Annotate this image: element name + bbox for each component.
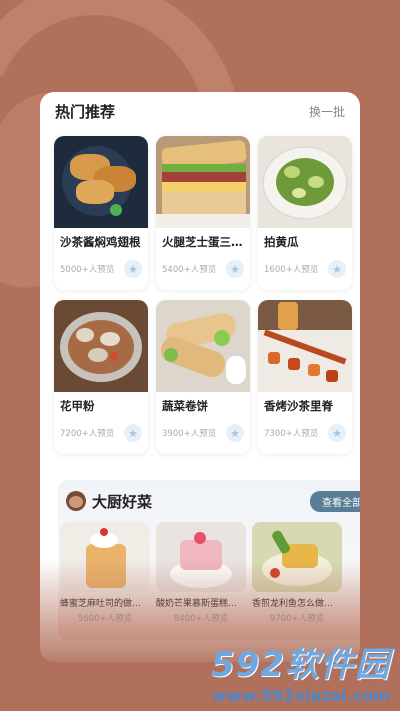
recipe-image [252,522,342,592]
recipe-image [54,300,148,392]
recipe-views: 3900+人预览 [162,429,217,439]
hot-recommend-panel: 热门推荐 换一批 沙茶酱焖鸡翅根 5000+人预览 ★ 火腿芝士蛋三… 5400… [40,92,360,662]
star-icon[interactable]: ★ [226,424,244,442]
watermark-brand: 592软件园 [211,645,390,685]
recipe-name: 沙茶酱焖鸡翅根 [60,235,141,249]
recipe-card[interactable]: 拍黄瓜 1600+人预览 ★ [258,136,352,290]
recipe-image [258,136,352,228]
chef-recipe-card[interactable]: 酸奶芒果慕斯蛋糕… 8400+人预览 [156,522,246,624]
recipe-grid: 沙茶酱焖鸡翅根 5000+人预览 ★ 火腿芝士蛋三… 5400+人预览 ★ 拍黄… [40,128,360,454]
chef-recipe-card[interactable]: 蜂蜜芝麻吐司的做… 5600+人预览 [60,522,150,624]
recipe-image [156,522,246,592]
recipe-card[interactable]: 沙茶酱焖鸡翅根 5000+人预览 ★ [54,136,148,290]
panel-title: 热门推荐 [55,102,116,121]
chef-icon [66,491,86,511]
recipe-views: 7300+人预览 [264,429,319,439]
recipe-name: 香烤沙茶里脊 [264,399,333,413]
chef-recipe-card[interactable]: 香煎龙利鱼怎么做… 9700+人预览 [252,522,342,624]
recipe-views: 9700+人预览 [269,614,325,624]
recipe-name: 蔬菜卷饼 [162,399,208,413]
recipe-name: 酸奶芒果慕斯蛋糕… [156,599,238,609]
recipe-image [156,300,250,392]
refresh-button[interactable]: 换一批 [309,103,345,120]
recipe-views: 8400+人预览 [173,614,229,624]
star-icon[interactable]: ★ [328,260,346,278]
chef-section: 大厨好菜 查看全部 蜂蜜芝麻吐司的做… 5600+人预览 酸奶芒果慕斯蛋糕… 8… [58,480,360,640]
recipe-views: 1600+人预览 [264,265,319,275]
star-icon[interactable]: ★ [124,424,142,442]
star-icon[interactable]: ★ [124,260,142,278]
recipe-views: 7200+人预览 [60,429,115,439]
recipe-name: 拍黄瓜 [264,235,299,249]
recipe-views: 5400+人预览 [162,265,217,275]
recipe-views: 5000+人预览 [60,265,115,275]
recipe-name: 香煎龙利鱼怎么做… [252,599,334,609]
recipe-views: 5600+人预览 [77,614,133,624]
watermark-url: www.592xiazai.com [211,686,390,705]
watermark: 592软件园 www.592xiazai.com [211,637,390,705]
see-all-button[interactable]: 查看全部 [310,490,360,512]
star-icon[interactable]: ★ [328,424,346,442]
recipe-card[interactable]: 花甲粉 7200+人预览 ★ [54,300,148,454]
recipe-card[interactable]: 蔬菜卷饼 3900+人预览 ★ [156,300,250,454]
recipe-image [60,522,150,592]
recipe-image [156,136,250,228]
star-icon[interactable]: ★ [226,260,244,278]
recipe-name: 花甲粉 [60,399,95,413]
recipe-image [54,136,148,228]
recipe-image [258,300,352,392]
chef-section-title: 大厨好菜 [92,492,153,511]
recipe-card[interactable]: 火腿芝士蛋三… 5400+人预览 ★ [156,136,250,290]
recipe-name: 蜂蜜芝麻吐司的做… [60,599,142,609]
panel-header: 热门推荐 换一批 [40,94,360,128]
recipe-name: 火腿芝士蛋三… [162,235,243,249]
recipe-card[interactable]: 香烤沙茶里脊 7300+人预览 ★ [258,300,352,454]
